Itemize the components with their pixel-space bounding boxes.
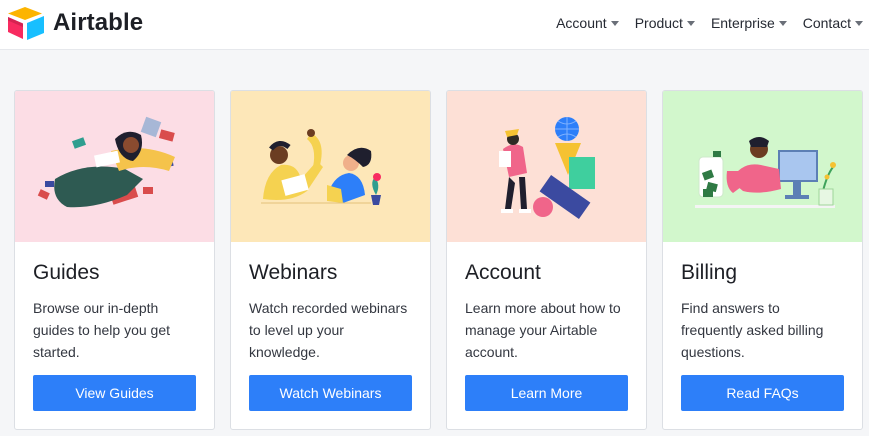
nav-enterprise[interactable]: Enterprise xyxy=(711,13,787,33)
card-title: Billing xyxy=(681,261,738,284)
account-card: Account Learn more about how to manage y… xyxy=(446,90,647,430)
nav-account-label: Account xyxy=(556,15,607,31)
shapes-illustration xyxy=(447,91,646,242)
airtable-logo-icon xyxy=(8,7,44,40)
card-title: Webinars xyxy=(249,261,338,284)
main-nav: Account Product Enterprise Contact xyxy=(540,13,863,33)
card-description: Browse our in-depth guides to help you g… xyxy=(33,300,170,360)
airtable-logo[interactable]: Airtable xyxy=(6,5,143,41)
nav-contact[interactable]: Contact xyxy=(803,13,863,33)
logo-wordmark: Airtable xyxy=(53,9,144,36)
card-description: Watch recorded webinars to level up your… xyxy=(249,300,408,360)
guides-card: Guides Browse our in-depth guides to hel… xyxy=(14,90,215,430)
webinar-illustration xyxy=(231,91,430,242)
caret-down-icon xyxy=(686,21,695,26)
nav-contact-label: Contact xyxy=(802,15,851,31)
billing-illustration xyxy=(663,91,862,242)
billing-card: Billing Find answers to frequently asked… xyxy=(662,90,863,430)
watch-webinars-button[interactable]: Watch Webinars xyxy=(249,375,412,411)
view-guides-button[interactable]: View Guides xyxy=(33,375,196,411)
card-title: Account xyxy=(465,261,541,284)
reading-illustration xyxy=(15,91,214,242)
learn-more-button[interactable]: Learn More xyxy=(465,375,628,411)
card-title: Guides xyxy=(33,261,100,284)
webinars-card: Webinars Watch recorded webinars to leve… xyxy=(230,90,431,430)
top-navigation-bar: Airtable Account Product Enterprise Cont… xyxy=(0,0,869,50)
nav-enterprise-label: Enterprise xyxy=(710,15,775,31)
nav-product[interactable]: Product xyxy=(635,13,695,33)
card-description: Find answers to frequently asked billing… xyxy=(681,300,824,360)
nav-product-label: Product xyxy=(634,15,683,31)
caret-down-icon xyxy=(855,21,863,26)
read-faqs-button[interactable]: Read FAQs xyxy=(681,375,844,411)
caret-down-icon xyxy=(778,21,787,26)
nav-account[interactable]: Account xyxy=(556,13,619,33)
caret-down-icon xyxy=(610,21,619,26)
card-description: Learn more about how to manage your Airt… xyxy=(465,300,621,360)
